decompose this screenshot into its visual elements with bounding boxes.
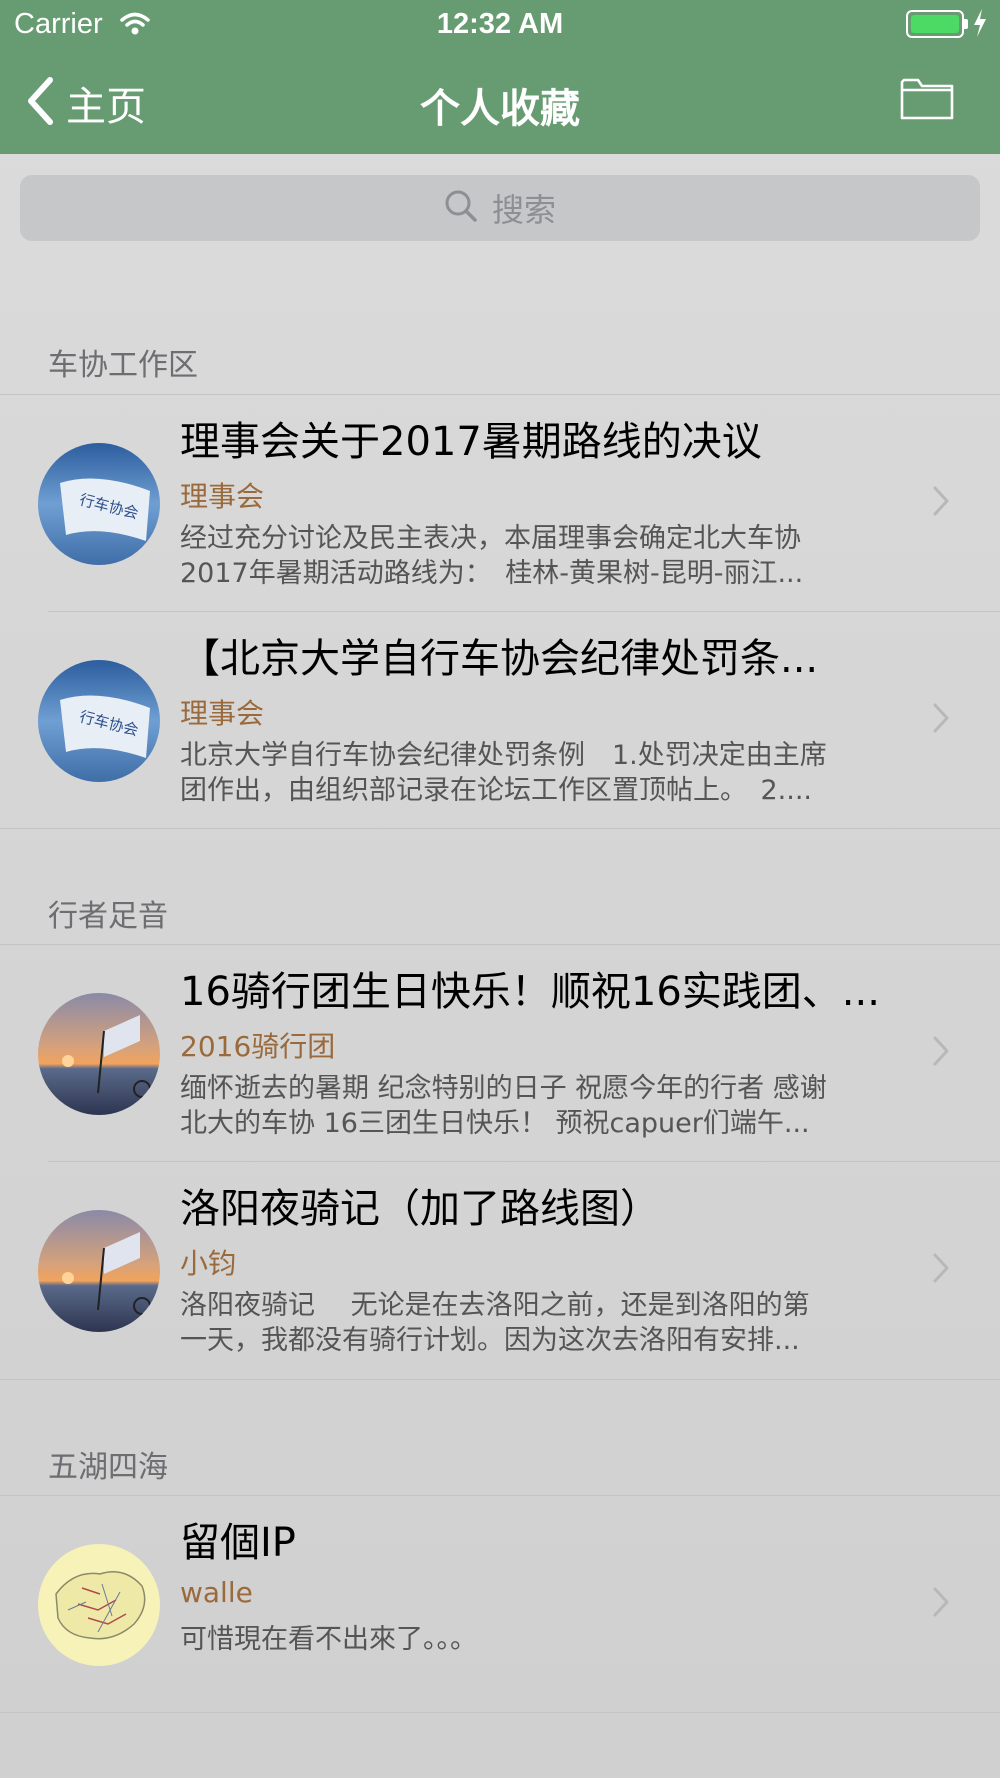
excerpt-line: 经过充分讨论及民主表决，本届理事会确定北大车协 [180,523,801,554]
excerpt-line: 可惜現在看不出來了。。。 [180,1624,477,1655]
excerpt-line: 洛阳夜骑记 无论是在去洛阳之前，还是到洛阳的第 [180,1290,810,1321]
chevron-right-icon [932,1035,950,1071]
item-title: 16骑行团生日快乐！顺祝16实践团、... [180,969,880,1015]
chevron-right-icon [932,702,950,738]
item-author: 2016骑行团 [180,1030,336,1063]
list-item[interactable]: 行车协会 理事会关于2017暑期路线的决议 理事会 经过充分讨论及民主表决，本届… [0,395,1000,611]
item-excerpt: 可惜現在看不出來了。。。 [180,1622,890,1692]
section-header: 车协工作区 [48,348,198,383]
list-item[interactable]: 留個IP walle 可惜現在看不出來了。。。 [0,1496,1000,1712]
nav-bar: 主页 个人收藏 [0,52,1000,154]
folder-button[interactable] [900,76,954,126]
list-item[interactable]: 行车协会 【北京大学自行车协会纪律处罚条... 理事会 北京大学自行车协会纪律处… [0,612,1000,828]
avatar [38,1544,160,1666]
list-item[interactable]: 16骑行团生日快乐！顺祝16实践团、... 2016骑行团 缅怀逝去的暑期 纪念… [0,945,1000,1161]
excerpt-line: 团作出，由组织部记录在论坛工作区置顶帖上。 2.... [180,775,813,806]
item-author: walle [180,1576,253,1609]
avatar [38,993,160,1115]
section-header: 五湖四海 [48,1450,168,1485]
battery-icon [906,10,964,38]
excerpt-line: 北京大学自行车协会纪律处罚条例 1.处罚决定由主席 [180,740,827,771]
search-bar[interactable]: 搜索 [20,175,980,241]
avatar: 行车协会 [38,443,160,565]
folder-icon [900,78,954,126]
item-author: 理事会 [180,697,265,730]
section-header: 行者足音 [48,899,168,934]
avatar: 行车协会 [38,660,160,782]
charging-icon [972,8,988,45]
status-bar: Carrier 12:32 AM [0,0,1000,52]
excerpt-line: 缅怀逝去的暑期 纪念特别的日子 祝愿今年的行者 感谢 [180,1073,827,1104]
list-item[interactable]: 洛阳夜骑记（加了路线图） 小钧 洛阳夜骑记 无论是在去洛阳之前，还是到洛阳的第 … [0,1162,1000,1378]
item-title: 洛阳夜骑记（加了路线图） [180,1186,660,1232]
item-excerpt: 北京大学自行车协会纪律处罚条例 1.处罚决定由主席 团作出，由组织部记录在论坛工… [180,738,890,808]
excerpt-line: 2017年暑期活动路线为： 桂林-黄果树-昆明-丽江... [180,558,804,589]
item-title: 留個IP [180,1520,296,1566]
divider [0,1379,1000,1380]
chevron-right-icon [932,485,950,521]
chevron-right-icon [932,1586,950,1622]
item-title: 【北京大学自行车协会纪律处罚条... [180,636,819,682]
excerpt-line: 北大的车协 16三团生日快乐！ 预祝capuer们端午... [180,1108,810,1139]
item-excerpt: 经过充分讨论及民主表决，本届理事会确定北大车协 2017年暑期活动路线为： 桂林… [180,521,890,591]
chevron-right-icon [932,1252,950,1288]
item-author: 小钧 [180,1247,237,1280]
divider [0,1712,1000,1713]
page-title: 个人收藏 [420,86,580,132]
divider [0,828,1000,829]
search-icon [444,189,478,227]
item-author: 理事会 [180,480,265,513]
avatar [38,1210,160,1332]
item-excerpt: 缅怀逝去的暑期 纪念特别的日子 祝愿今年的行者 感谢 北大的车协 16三团生日快… [180,1071,890,1141]
excerpt-line: 一天，我都没有骑行计划。因为这次去洛阳有安排... [180,1325,800,1356]
item-title: 理事会关于2017暑期路线的决议 [180,419,762,465]
status-time: 12:32 AM [436,8,564,40]
search-input[interactable]: 搜索 [492,185,556,231]
item-excerpt: 洛阳夜骑记 无论是在去洛阳之前，还是到洛阳的第 一天，我都没有骑行计划。因为这次… [180,1288,890,1358]
battery-tip [964,19,968,29]
